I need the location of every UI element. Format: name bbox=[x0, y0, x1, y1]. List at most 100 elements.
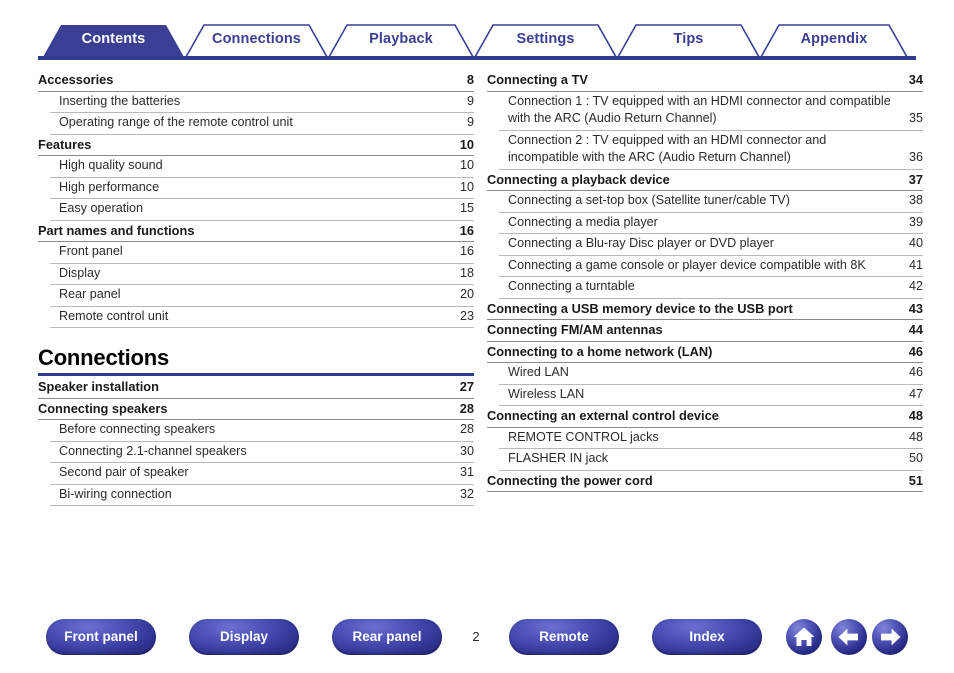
toc-entry-title: Features bbox=[38, 136, 92, 152]
toc-entry-title: Wired LAN bbox=[508, 365, 569, 379]
toc-entry-display[interactable]: Display 18 bbox=[50, 264, 474, 285]
toc-entry-before-connecting-speakers[interactable]: Before connecting speakers 28 bbox=[50, 420, 474, 442]
toc-entry-connection-2-tv-equipped-with-an-hdmi-connector-[interactable]: Connection 2 : TV equipped with an HDMI … bbox=[499, 131, 923, 170]
toc-entry-title: Connecting a playback device bbox=[487, 171, 670, 187]
toc-entry-page: 46 bbox=[908, 343, 923, 359]
toc-entry-page: 46 bbox=[908, 365, 923, 379]
footer-button-front-panel[interactable]: Front panel bbox=[46, 619, 156, 655]
toc-entry-high-quality-sound[interactable]: High quality sound 10 bbox=[50, 156, 474, 178]
toc-entry-title: Connecting 2.1-channel speakers bbox=[59, 443, 247, 458]
footer-button-index[interactable]: Index bbox=[652, 619, 762, 655]
toc-entry-page: 20 bbox=[459, 287, 474, 301]
toc-entry-page: 48 bbox=[908, 429, 923, 444]
toc-entry-part-names-and-functions[interactable]: Part names and functions 16 bbox=[38, 221, 474, 242]
toc-entry-connecting-a-game-console-or-player-device-compa[interactable]: Connecting a game console or player devi… bbox=[499, 256, 923, 277]
toc-entry-accessories[interactable]: Accessories 8 bbox=[38, 70, 474, 92]
toc-entry-title: Rear panel bbox=[59, 287, 121, 301]
toc-entry-connecting-the-power-cord[interactable]: Connecting the power cord 51 bbox=[487, 471, 923, 492]
toc-entry-title: Connecting an external control device bbox=[487, 408, 719, 423]
toc-entry-title: Connecting a USB memory device to the US… bbox=[487, 300, 793, 316]
toc-entry-wireless-lan[interactable]: Wireless LAN 47 bbox=[499, 385, 923, 406]
toc-entry-page: 28 bbox=[459, 400, 474, 416]
arrow-left-icon[interactable] bbox=[831, 619, 867, 655]
toc-entry-title: Connecting a set-top box (Satellite tune… bbox=[508, 193, 790, 207]
toc-entry-inserting-the-batteries[interactable]: Inserting the batteries 9 bbox=[50, 92, 474, 113]
home-icon[interactable] bbox=[786, 619, 822, 655]
toc-entry-title: High quality sound bbox=[59, 158, 163, 172]
tab-bar: Contents Connections Playback Settings T… bbox=[0, 22, 954, 60]
toc-entry-connecting-fm-am-antennas[interactable]: Connecting FM/AM antennas 44 bbox=[487, 320, 923, 342]
section-header-connections: Connections bbox=[38, 345, 474, 376]
tab-settings[interactable]: Settings bbox=[475, 22, 616, 56]
toc-entry-title: Connection 2 : TV equipped with an HDMI … bbox=[508, 132, 827, 165]
toc-entry-connecting-to-a-home-network-lan[interactable]: Connecting to a home network (LAN) 46 bbox=[487, 342, 923, 363]
toc-entry-features[interactable]: Features 10 bbox=[38, 135, 474, 156]
footer-nav: Front panel Display Rear panel Remote In… bbox=[0, 619, 954, 659]
toc-entry-second-pair-of-speaker[interactable]: Second pair of speaker 31 bbox=[50, 463, 474, 485]
toc-entry-page: 48 bbox=[908, 408, 923, 423]
toc-entry-title: Connecting a Blu-ray Disc player or DVD … bbox=[508, 236, 774, 250]
toc-list-left-section: Speaker installation 27 Connecting speaker… bbox=[38, 377, 474, 506]
toc-entry-title: Connecting a game console or player devi… bbox=[508, 257, 866, 272]
toc-entry-page: 16 bbox=[459, 222, 474, 238]
toc-entry-connecting-speakers[interactable]: Connecting speakers 28 bbox=[38, 399, 474, 420]
tab-playback[interactable]: Playback bbox=[329, 22, 473, 56]
toc-entry-connecting-a-set-top-box-satellite-tuner-cable-t[interactable]: Connecting a set-top box (Satellite tune… bbox=[499, 191, 923, 213]
toc-entry-connecting-a-blu-ray-disc-player-or-dvd-player[interactable]: Connecting a Blu-ray Disc player or DVD … bbox=[499, 234, 923, 256]
toc-entry-wired-lan[interactable]: Wired LAN 46 bbox=[499, 363, 923, 385]
toc-entry-title: Display bbox=[59, 265, 101, 280]
toc-entry-connecting-a-media-player[interactable]: Connecting a media player 39 bbox=[499, 213, 923, 234]
toc-entry-connecting-a-turntable[interactable]: Connecting a turntable 42 bbox=[499, 277, 923, 299]
toc-entry-page: 36 bbox=[908, 150, 923, 164]
arrow-right-icon[interactable] bbox=[872, 619, 908, 655]
toc-entry-title: Part names and functions bbox=[38, 222, 195, 238]
tab-tips[interactable]: Tips bbox=[618, 22, 759, 56]
footer-button-display[interactable]: Display bbox=[189, 619, 299, 655]
toc-entry-page: 9 bbox=[466, 93, 474, 108]
arrow-left-icon-glyph bbox=[838, 628, 858, 646]
toc-entry-high-performance[interactable]: High performance 10 bbox=[50, 178, 474, 199]
toc-entry-page: 51 bbox=[908, 472, 923, 488]
toc-entry-page: 34 bbox=[908, 72, 923, 87]
toc-entry-page: 50 bbox=[908, 451, 923, 465]
toc-entry-title: Operating range of the remote control un… bbox=[59, 115, 293, 129]
toc-entry-connection-1-tv-equipped-with-an-hdmi-connector-[interactable]: Connection 1 : TV equipped with an HDMI … bbox=[499, 92, 923, 131]
toc-entry-page: 10 bbox=[459, 136, 474, 152]
tab-connections[interactable]: Connections bbox=[186, 22, 327, 56]
toc-entry-page: 8 bbox=[466, 72, 474, 87]
toc-entry-connecting-an-external-control-device[interactable]: Connecting an external control device 48 bbox=[487, 406, 923, 428]
toc-list-left-top: Accessories 8 Inserting the batteries 9 Oper… bbox=[38, 70, 474, 328]
toc-entry-title: Before connecting speakers bbox=[59, 422, 216, 436]
toc-entry-easy-operation[interactable]: Easy operation 15 bbox=[50, 199, 474, 221]
toc-entry-page: 44 bbox=[908, 322, 923, 337]
toc-entry-flasher-in-jack[interactable]: FLASHER IN jack 50 bbox=[499, 449, 923, 471]
toc-entry-remote-control-jacks[interactable]: REMOTE CONTROL jacks 48 bbox=[499, 428, 923, 449]
toc-entry-title: Remote control unit bbox=[59, 308, 169, 323]
toc-entry-page: 42 bbox=[908, 279, 923, 293]
footer-button-remote[interactable]: Remote bbox=[509, 619, 619, 655]
toc-entry-title: Connecting a media player bbox=[508, 214, 658, 229]
toc-entry-title: Connecting to a home network (LAN) bbox=[487, 343, 713, 359]
toc-entry-operating-range-of-the-remote-control-unit[interactable]: Operating range of the remote control un… bbox=[50, 113, 474, 135]
toc-entry-page: 32 bbox=[459, 486, 474, 501]
toc-entry-front-panel[interactable]: Front panel 16 bbox=[50, 242, 474, 264]
tab-contents[interactable]: Contents bbox=[43, 22, 184, 56]
tab-appendix[interactable]: Appendix bbox=[761, 22, 907, 56]
toc-entry-title: Second pair of speaker bbox=[59, 465, 189, 479]
arrow-right-icon-glyph bbox=[881, 628, 901, 646]
toc-entry-connecting-a-tv[interactable]: Connecting a TV 34 bbox=[487, 70, 923, 92]
footer-button-rear-panel[interactable]: Rear panel bbox=[332, 619, 442, 655]
toc-entry-title: Connecting speakers bbox=[38, 400, 168, 416]
toc-entry-rear-panel[interactable]: Rear panel 20 bbox=[50, 285, 474, 307]
toc-entry-remote-control-unit[interactable]: Remote control unit 23 bbox=[50, 307, 474, 328]
toc-entry-page: 30 bbox=[459, 443, 474, 458]
toc-entry-title: Accessories bbox=[38, 72, 114, 87]
toc-entry-page: 15 bbox=[459, 201, 474, 215]
toc-entry-bi-wiring-connection[interactable]: Bi-wiring connection 32 bbox=[50, 485, 474, 506]
toc-entry-connecting-a-playback-device[interactable]: Connecting a playback device 37 bbox=[487, 170, 923, 191]
toc-entry-title: Wireless LAN bbox=[508, 386, 585, 401]
toc-entry-speaker-installation[interactable]: Speaker installation 27 bbox=[38, 377, 474, 399]
toc-entry-title: Easy operation bbox=[59, 201, 144, 215]
toc-entry-connecting-a-usb-memory-device-to-the-usb-port[interactable]: Connecting a USB memory device to the US… bbox=[487, 299, 923, 320]
toc-entry-connecting-2-1-channel-speakers[interactable]: Connecting 2.1-channel speakers 30 bbox=[50, 442, 474, 463]
